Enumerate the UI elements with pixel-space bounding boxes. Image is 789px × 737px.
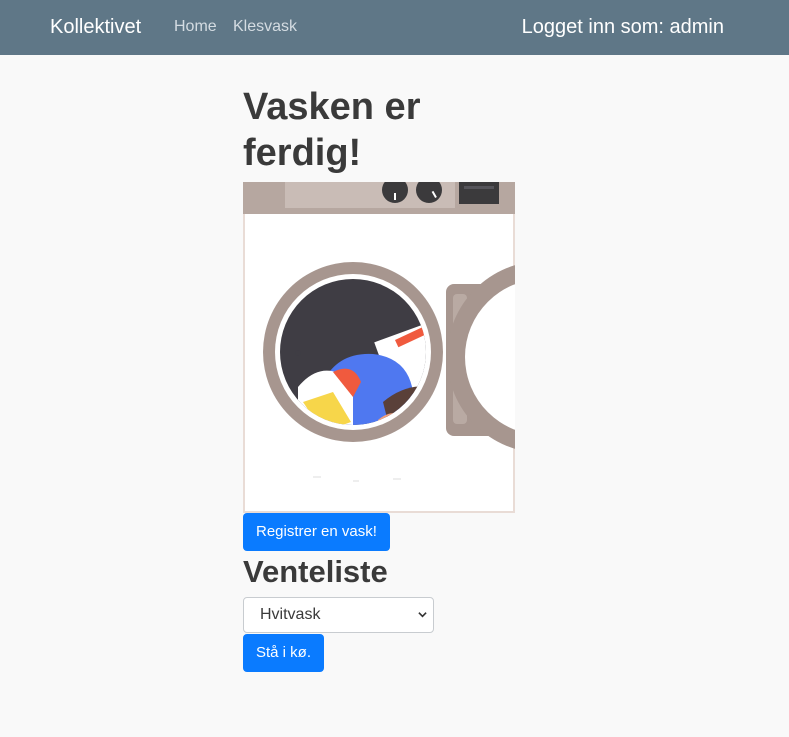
brand-link[interactable]: Kollektivet bbox=[50, 16, 141, 39]
nav-link-home[interactable]: Home bbox=[174, 18, 217, 36]
queue-heading: Venteliste bbox=[243, 554, 388, 589]
chevron-down-icon bbox=[418, 612, 427, 618]
main-content: Vasken er ferdig! Registrer en vask! Ven… bbox=[243, 84, 543, 672]
nav-link-klesvask[interactable]: Klesvask bbox=[233, 18, 297, 36]
register-wash-button[interactable]: Registrer en vask! bbox=[243, 513, 390, 551]
logged-in-status: Logget inn som: admin bbox=[521, 16, 724, 38]
page-title: Vasken er ferdig! bbox=[243, 86, 421, 174]
washing-machine-illustration bbox=[243, 182, 515, 513]
navbar: Kollektivet Home Klesvask Logget inn som… bbox=[0, 0, 789, 55]
join-queue-button[interactable]: Stå i kø. bbox=[243, 634, 325, 672]
wash-type-select[interactable]: Hvitvask bbox=[243, 597, 434, 633]
wash-type-selected-value: Hvitvask bbox=[260, 606, 321, 623]
